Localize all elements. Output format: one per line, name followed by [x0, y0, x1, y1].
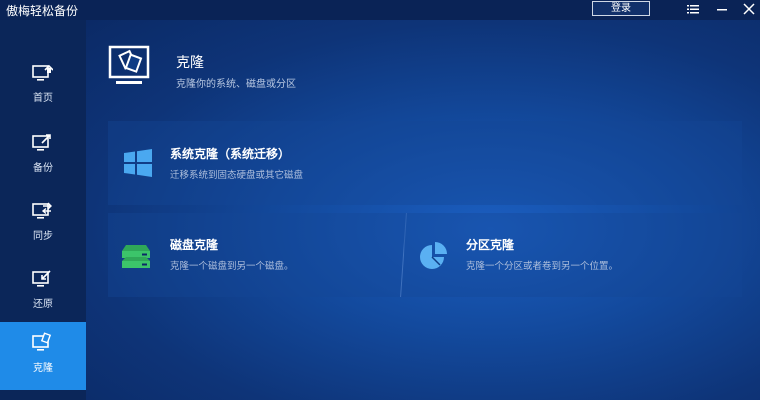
sync-icon	[31, 200, 53, 222]
home-icon	[31, 62, 54, 84]
restore-icon	[31, 268, 53, 290]
partition-clone-title: 分区克隆	[466, 238, 515, 252]
sidebar-item-sync[interactable]: 同步	[0, 190, 86, 258]
sidebar-item-label: 备份	[33, 163, 53, 174]
sidebar-item-home[interactable]: 首页	[0, 52, 86, 120]
title-bar: 傲梅轻松备份 登录	[0, 0, 760, 20]
sidebar-item-label: 首页	[33, 93, 53, 104]
system-clone-description: 迁移系统到固态硬盘或其它磁盘	[170, 170, 304, 181]
partition-clone-card[interactable]: 分区克隆 克隆一个分区或者卷到另一个位置。	[404, 213, 742, 297]
login-button[interactable]: 登录	[592, 1, 650, 16]
sidebar-item-backup[interactable]: 备份	[0, 122, 86, 190]
sidebar-item-label: 还原	[33, 299, 53, 310]
sidebar-item-label: 克隆	[33, 363, 53, 374]
system-clone-title: 系统克隆（系统迁移）	[170, 147, 291, 161]
minimize-icon[interactable]	[711, 1, 733, 17]
windows-icon	[122, 147, 154, 179]
sidebar-item-clone[interactable]: 克隆	[0, 322, 86, 390]
page-title: 克隆	[176, 55, 204, 71]
sidebar-item-label: 同步	[33, 231, 53, 242]
disk-clone-title: 磁盘克隆	[170, 238, 219, 252]
close-icon[interactable]	[738, 1, 760, 17]
clone-icon	[31, 332, 53, 354]
main-content: 克隆 克隆你的系统、磁盘或分区 系统克隆（系统迁移） 迁移系统到固态硬盘或其它磁…	[86, 20, 760, 400]
partition-clone-description: 克隆一个分区或者卷到另一个位置。	[466, 261, 619, 272]
app-title: 傲梅轻松备份	[6, 4, 79, 18]
menu-icon[interactable]	[682, 1, 704, 17]
pie-chart-icon	[418, 239, 450, 271]
clone-monitor-icon	[108, 44, 152, 88]
disk-icon	[122, 243, 154, 275]
sidebar: 首页 备份 同步 还原 克隆	[0, 20, 86, 400]
disk-clone-card[interactable]: 磁盘克隆 克隆一个磁盘到另一个磁盘。	[108, 213, 404, 297]
backup-icon	[31, 132, 53, 154]
sidebar-item-restore[interactable]: 还原	[0, 258, 86, 326]
disk-clone-description: 克隆一个磁盘到另一个磁盘。	[170, 261, 294, 272]
system-clone-card[interactable]: 系统克隆（系统迁移） 迁移系统到固态硬盘或其它磁盘	[108, 121, 742, 205]
page-description: 克隆你的系统、磁盘或分区	[176, 79, 296, 90]
